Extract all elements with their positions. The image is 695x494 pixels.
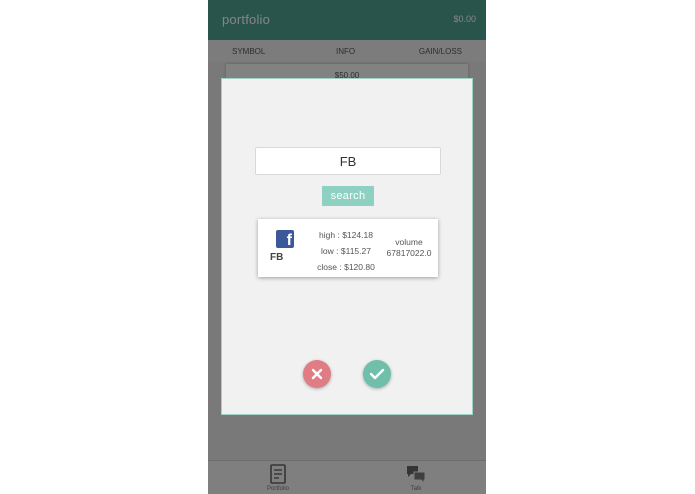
low-price: low : $115.27 bbox=[321, 246, 371, 256]
facebook-icon: f bbox=[276, 230, 294, 248]
price-stats: high : $124.18 low : $115.27 close : $12… bbox=[314, 227, 378, 275]
close-icon bbox=[311, 368, 323, 380]
search-input[interactable] bbox=[255, 147, 441, 175]
volume-value: 67817022.0 bbox=[386, 248, 432, 258]
stock-symbol: FB bbox=[270, 252, 284, 263]
close-price: close : $120.80 bbox=[317, 262, 375, 272]
volume-stats: volume 67817022.0 bbox=[382, 237, 436, 259]
check-icon bbox=[369, 368, 385, 380]
stock-result-card[interactable]: f FB high : $124.18 low : $115.27 close … bbox=[258, 219, 438, 277]
volume-label: volume bbox=[395, 237, 423, 247]
search-modal: search f FB high : $124.18 low : $115.27… bbox=[221, 78, 473, 415]
high-price: high : $124.18 bbox=[319, 230, 373, 240]
cancel-button[interactable] bbox=[303, 360, 331, 388]
search-button[interactable]: search bbox=[322, 186, 374, 206]
confirm-button[interactable] bbox=[363, 360, 391, 388]
